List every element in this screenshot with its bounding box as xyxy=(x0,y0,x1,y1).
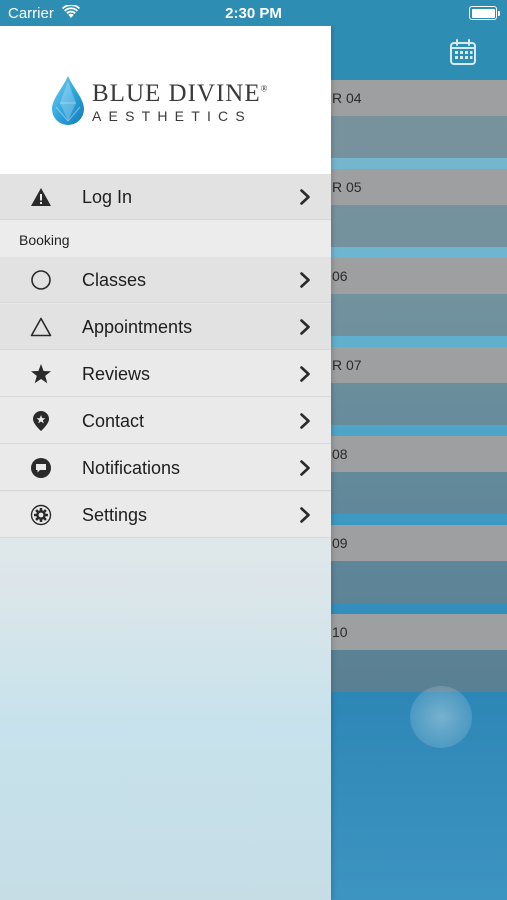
brand-subtitle: AESTHETICS xyxy=(92,108,252,124)
status-time: 2:30 PM xyxy=(225,5,282,22)
chevron-right-icon xyxy=(300,272,310,288)
menu-item-classes[interactable]: Classes xyxy=(0,257,331,303)
menu-item-label: Appointments xyxy=(82,317,193,337)
menu-item-label: Settings xyxy=(82,505,148,525)
calendar-icon[interactable] xyxy=(449,38,477,66)
logo-area: BLUE DIVINE® AESTHETICS xyxy=(0,26,331,174)
circle-icon xyxy=(31,270,51,290)
menu-item-label: Reviews xyxy=(82,364,151,384)
background-light-orb xyxy=(410,686,472,748)
battery-icon xyxy=(469,6,500,20)
water-drop-logo-icon xyxy=(52,76,84,125)
menu-item-label: Contact xyxy=(82,411,145,431)
status-bar: Carrier 2:30 PM xyxy=(0,0,507,26)
chevron-right-icon xyxy=(300,507,310,523)
menu-item-label: Classes xyxy=(82,270,147,290)
chevron-right-icon xyxy=(300,189,310,205)
triangle-icon xyxy=(30,317,52,337)
star-icon xyxy=(31,364,51,384)
menu-item-reviews[interactable]: Reviews xyxy=(0,351,331,397)
menu-item-settings[interactable]: Settings xyxy=(0,492,331,538)
chevron-right-icon xyxy=(300,366,310,382)
message-bubble-icon xyxy=(31,458,51,478)
warning-icon xyxy=(31,188,51,206)
section-header-booking: Booking xyxy=(0,221,331,257)
brand-name: BLUE DIVINE® xyxy=(92,80,268,108)
chevron-right-icon xyxy=(300,319,310,335)
chevron-right-icon xyxy=(300,413,310,429)
menu-item-contact[interactable]: Contact xyxy=(0,398,331,444)
registered-mark: ® xyxy=(260,83,269,94)
menu-item-label: Log In xyxy=(82,187,133,207)
side-drawer: BLUE DIVINE® AESTHETICS Log In Booking C… xyxy=(0,26,331,900)
menu-item-label: Notifications xyxy=(82,458,181,478)
menu-item-appointments[interactable]: Appointments xyxy=(0,304,331,350)
chevron-right-icon xyxy=(300,460,310,476)
menu-item-notifications[interactable]: Notifications xyxy=(0,445,331,491)
brand-main-text: BLUE DIVINE xyxy=(92,80,261,107)
menu-item-log-in[interactable]: Log In xyxy=(0,174,331,220)
location-pin-star-icon xyxy=(33,411,49,431)
gear-icon xyxy=(30,504,52,526)
